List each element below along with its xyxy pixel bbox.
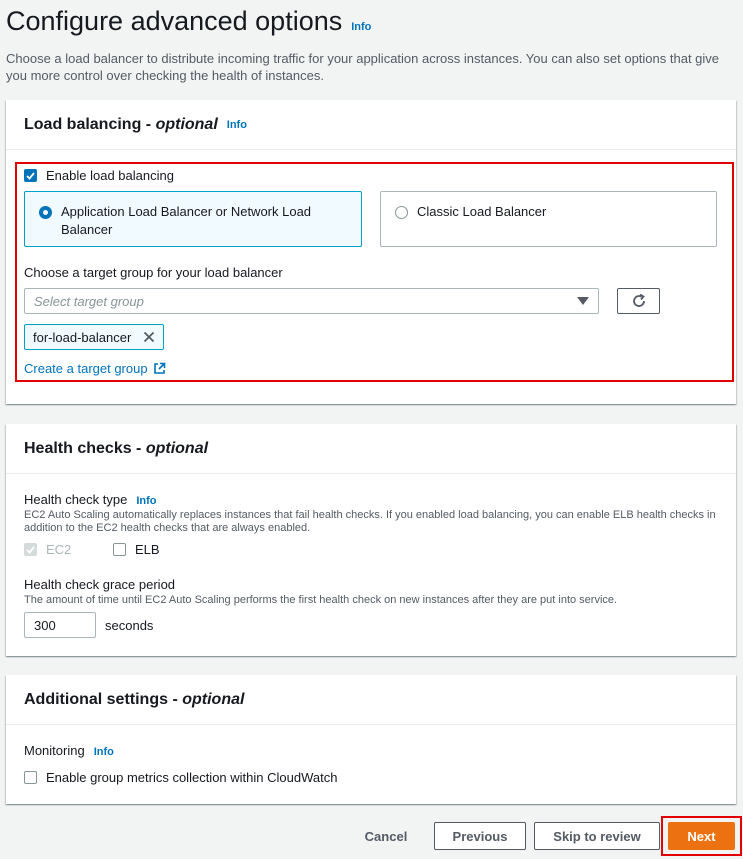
load-balancing-title: Load balancing - optional	[24, 115, 218, 133]
refresh-button[interactable]	[617, 288, 660, 314]
load-balancing-header: Load balancing - optional Info	[6, 100, 736, 150]
additional-settings-panel: Additional settings - optional Monitorin…	[6, 675, 736, 804]
external-link-icon	[153, 362, 165, 374]
elb-checkbox[interactable]	[113, 543, 126, 556]
ec2-label: EC2	[46, 542, 72, 557]
target-group-placeholder: Select target group	[34, 293, 144, 309]
alb-nlb-option[interactable]: Application Load Balancer or Network Loa…	[24, 191, 362, 247]
target-group-label: Choose a target group for your load bala…	[24, 265, 283, 280]
classic-lb-option[interactable]: Classic Load Balancer	[380, 191, 717, 247]
load-balancing-info-link[interactable]: Info	[227, 119, 247, 131]
target-group-select[interactable]: Select target group	[24, 288, 599, 314]
health-check-type-info-link[interactable]: Info	[136, 495, 156, 507]
health-check-type-description: EC2 Auto Scaling automatically replaces …	[24, 509, 716, 534]
classic-lb-radio[interactable]	[395, 206, 408, 219]
grace-period-label: Health check grace period	[24, 577, 176, 592]
target-group-token-label: for-load-balancer	[33, 329, 132, 345]
next-button[interactable]: Next	[668, 822, 735, 850]
additional-settings-title: Additional settings - optional	[24, 690, 245, 708]
health-checks-title: Health checks - optional	[24, 439, 209, 457]
enable-load-balancing-checkbox[interactable]	[24, 169, 37, 182]
additional-settings-header: Additional settings - optional	[6, 675, 736, 725]
health-checks-header: Health checks - optional	[6, 424, 736, 474]
page-title-text: Configure advanced options	[6, 6, 343, 36]
ec2-checkbox	[24, 543, 37, 556]
create-target-group-link[interactable]: Create a target group	[24, 361, 166, 376]
grace-period-input[interactable]: 300	[24, 612, 96, 638]
check-icon	[26, 545, 35, 554]
ec2-check-row: EC2	[24, 542, 71, 557]
metrics-label: Enable group metrics collection within C…	[46, 770, 338, 785]
metrics-checkbox[interactable]	[24, 771, 37, 784]
page-title: Configure advanced options Info	[6, 6, 371, 37]
enable-load-balancing-label: Enable load balancing	[46, 168, 174, 183]
monitoring-label: Monitoring	[24, 743, 85, 758]
monitoring-info-link[interactable]: Info	[94, 746, 114, 758]
classic-lb-label: Classic Load Balancer	[417, 204, 547, 219]
close-icon[interactable]	[143, 331, 155, 343]
health-checks-panel: Health checks - optional Health check ty…	[6, 424, 736, 656]
elb-label: ELB	[135, 542, 160, 557]
grace-period-unit: seconds	[105, 618, 154, 633]
page-info-link[interactable]: Info	[351, 21, 371, 33]
check-icon	[26, 171, 35, 180]
alb-nlb-radio[interactable]	[39, 206, 52, 219]
load-balancing-panel: Load balancing - optional Info Enable lo…	[6, 100, 736, 404]
alb-nlb-label: Application Load Balancer or Network Loa…	[61, 204, 312, 237]
health-check-type-row: Health check type Info	[24, 492, 157, 507]
target-group-token: for-load-balancer	[24, 324, 165, 350]
cancel-button[interactable]: Cancel	[356, 822, 416, 850]
elb-check-row[interactable]: ELB	[113, 542, 160, 557]
metrics-row[interactable]: Enable group metrics collection within C…	[24, 770, 337, 785]
page-description: Choose a load balancer to distribute inc…	[6, 51, 720, 83]
refresh-icon	[632, 293, 645, 307]
monitoring-row: Monitoring Info	[24, 743, 114, 758]
previous-button[interactable]: Previous	[434, 822, 526, 850]
grace-period-description: The amount of time until EC2 Auto Scalin…	[24, 594, 618, 606]
health-check-type-label: Health check type	[24, 492, 128, 507]
enable-load-balancing-row[interactable]: Enable load balancing	[24, 168, 174, 183]
caret-down-icon	[577, 297, 589, 305]
skip-to-review-button[interactable]: Skip to review	[534, 822, 660, 850]
create-target-group-label[interactable]: Create a target group	[24, 361, 148, 376]
